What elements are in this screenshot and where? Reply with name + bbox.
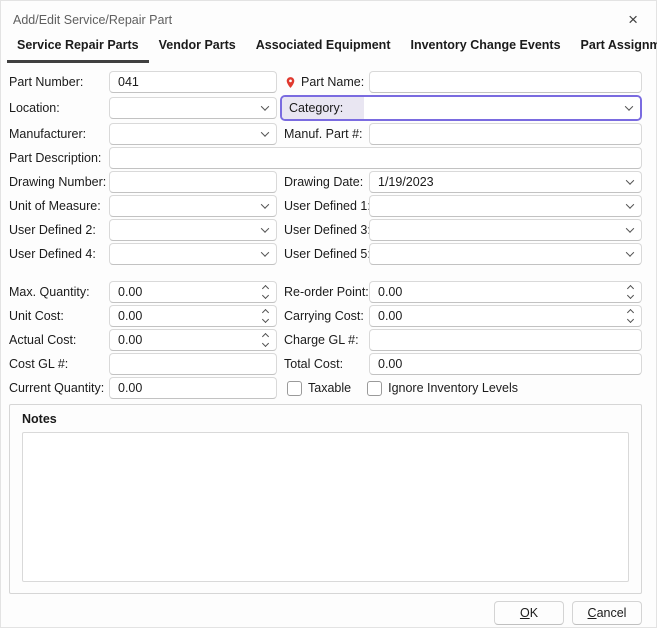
manuf-part-input[interactable] (369, 123, 642, 145)
reorder-point-spinner[interactable]: 0.00 (369, 281, 642, 303)
row-manufacturer: Manufacturer: Manuf. Part #: (9, 123, 642, 145)
part-description-input[interactable] (109, 147, 642, 169)
user-defined-4-select[interactable] (109, 243, 277, 265)
drawing-number-label: Drawing Number: (9, 175, 109, 189)
tab-vendor-parts[interactable]: Vendor Parts (149, 32, 246, 63)
user-defined-3-label: User Defined 3: (284, 223, 371, 237)
row-ud4-ud5: User Defined 4: User Defined 5: (9, 243, 642, 265)
actual-cost-label: Actual Cost: (9, 333, 109, 347)
user-defined-1-label: User Defined 1: (284, 199, 371, 213)
tab-inventory-change-events[interactable]: Inventory Change Events (400, 32, 570, 63)
spinner-arrows-icon[interactable] (628, 310, 633, 322)
chevron-down-icon (261, 102, 269, 110)
close-icon[interactable]: × (624, 13, 642, 27)
part-number-input[interactable] (109, 71, 277, 93)
drawing-number-input[interactable] (109, 171, 277, 193)
cost-gl-label: Cost GL #: (9, 357, 109, 371)
part-number-label: Part Number: (9, 75, 109, 89)
chevron-down-icon (261, 200, 269, 208)
button-row: OK Cancel (1, 594, 656, 625)
titlebar: Add/Edit Service/Repair Part × (1, 1, 656, 33)
tab-bar: Service Repair Parts Vendor Parts Associ… (1, 33, 656, 63)
notes-group: Notes (9, 404, 642, 594)
spinner-arrows-icon[interactable] (263, 310, 268, 322)
location-select[interactable] (109, 97, 277, 119)
reorder-point-label: Re-order Point: (284, 285, 369, 299)
location-label: Location: (9, 101, 109, 115)
tab-part-assignments[interactable]: Part Assignments (571, 32, 657, 63)
part-name-label: Part Name: (301, 75, 364, 89)
unit-of-measure-select[interactable] (109, 195, 277, 217)
user-defined-5-label: User Defined 5: (284, 247, 371, 261)
row-costgl-totalcost: Cost GL #: Total Cost: (9, 353, 642, 375)
category-focused-field: Category: (280, 95, 642, 121)
unit-cost-label: Unit Cost: (9, 309, 109, 323)
ignore-inventory-levels-checkbox[interactable] (367, 381, 382, 396)
total-cost-input[interactable] (369, 353, 642, 375)
chevron-down-icon (261, 224, 269, 232)
row-part-description: Part Description: (9, 147, 642, 169)
unit-of-measure-label: Unit of Measure: (9, 199, 109, 213)
max-quantity-spinner[interactable]: 0.00 (109, 281, 277, 303)
row-actualcost-chargegl: Actual Cost: 0.00 Charge GL #: (9, 329, 642, 351)
spinner-arrows-icon[interactable] (263, 334, 268, 346)
drawing-date-label: Drawing Date: (284, 175, 363, 189)
row-part-number: Part Number: Part Name: (9, 71, 642, 93)
spinner-arrows-icon[interactable] (263, 286, 268, 298)
chevron-down-icon (626, 248, 634, 256)
location-pin-icon[interactable] (284, 75, 297, 90)
chevron-down-icon (626, 200, 634, 208)
row-uom-ud1: Unit of Measure: User Defined 1: (9, 195, 642, 217)
tab-associated-equipment[interactable]: Associated Equipment (246, 32, 401, 63)
add-edit-service-repair-part-dialog: Add/Edit Service/Repair Part × Service R… (0, 0, 657, 628)
row-currentqty-checkboxes: Current Quantity: Taxable Ignore Invento… (9, 377, 642, 399)
cancel-button[interactable]: Cancel (572, 601, 642, 625)
user-defined-4-label: User Defined 4: (9, 247, 109, 261)
ok-button[interactable]: OK (494, 601, 564, 625)
current-quantity-label: Current Quantity: (9, 381, 109, 395)
chevron-down-icon (261, 248, 269, 256)
notes-group-title: Notes (10, 405, 641, 432)
manufacturer-label: Manufacturer: (9, 127, 109, 141)
user-defined-5-select[interactable] (369, 243, 642, 265)
cost-gl-input[interactable] (109, 353, 277, 375)
current-quantity-input[interactable] (109, 377, 277, 399)
charge-gl-input[interactable] (369, 329, 642, 351)
drawing-date-select[interactable]: 1/19/2023 (369, 171, 642, 193)
part-description-label: Part Description: (9, 151, 109, 165)
spinner-arrows-icon[interactable] (628, 286, 633, 298)
carrying-cost-spinner[interactable]: 0.00 (369, 305, 642, 327)
actual-cost-spinner[interactable]: 0.00 (109, 329, 277, 351)
category-select[interactable] (364, 97, 640, 119)
carrying-cost-label: Carrying Cost: (284, 309, 364, 323)
part-name-input[interactable] (369, 71, 642, 93)
chevron-down-icon (626, 224, 634, 232)
form-body: Part Number: Part Name: Location: Catego… (1, 63, 656, 399)
user-defined-2-select[interactable] (109, 219, 277, 241)
charge-gl-label: Charge GL #: (284, 333, 359, 347)
chevron-down-icon (626, 176, 634, 184)
category-label: Category: (282, 97, 364, 119)
dialog-title: Add/Edit Service/Repair Part (13, 13, 172, 27)
row-drawing: Drawing Number: Drawing Date: 1/19/2023 (9, 171, 642, 193)
chevron-down-icon (261, 128, 269, 136)
unit-cost-spinner[interactable]: 0.00 (109, 305, 277, 327)
chevron-down-icon (625, 102, 633, 110)
taxable-checkbox-label: Taxable (308, 381, 351, 395)
taxable-checkbox[interactable] (287, 381, 302, 396)
user-defined-1-select[interactable] (369, 195, 642, 217)
user-defined-2-label: User Defined 2: (9, 223, 109, 237)
notes-textarea[interactable] (22, 432, 629, 582)
user-defined-3-select[interactable] (369, 219, 642, 241)
row-ud2-ud3: User Defined 2: User Defined 3: (9, 219, 642, 241)
ignore-inventory-levels-label: Ignore Inventory Levels (388, 381, 518, 395)
row-maxqty-reorder: Max. Quantity: 0.00 Re-order Point: 0.00 (9, 281, 642, 303)
row-unitcost-carrying: Unit Cost: 0.00 Carrying Cost: 0.00 (9, 305, 642, 327)
tab-service-repair-parts[interactable]: Service Repair Parts (7, 32, 149, 63)
max-quantity-label: Max. Quantity: (9, 285, 109, 299)
row-location-category: Location: Category: (9, 95, 642, 121)
total-cost-label: Total Cost: (284, 357, 343, 371)
manuf-part-label: Manuf. Part #: (284, 127, 363, 141)
manufacturer-select[interactable] (109, 123, 277, 145)
